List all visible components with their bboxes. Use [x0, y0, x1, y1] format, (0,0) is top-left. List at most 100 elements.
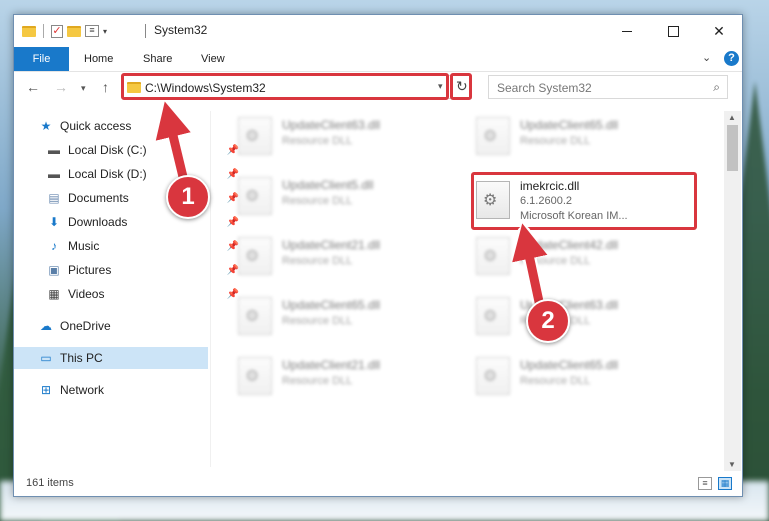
- details-view-icon[interactable]: ≡: [698, 477, 712, 490]
- sidebar-item-network[interactable]: ⊞ Network: [14, 379, 234, 401]
- scroll-up-icon[interactable]: ▲: [728, 113, 736, 122]
- network-icon: ⊞: [40, 383, 52, 397]
- pictures-icon: ▣: [48, 263, 60, 277]
- maximize-button[interactable]: [650, 15, 696, 47]
- help-icon[interactable]: ?: [724, 51, 739, 66]
- cloud-icon: ☁: [40, 319, 52, 333]
- step-2-marker: 2: [526, 299, 570, 343]
- file-item[interactable]: UpdateClient5.dll Resource DLL: [220, 171, 450, 221]
- file-type: Resource DLL: [282, 195, 353, 207]
- sidebar-item-downloads[interactable]: ⬇ Downloads 📌: [14, 211, 242, 233]
- scrollbar-thumb[interactable]: [727, 125, 738, 171]
- recent-locations-chevron-icon[interactable]: ▾: [81, 83, 86, 94]
- pane-divider[interactable]: [210, 111, 211, 467]
- refresh-highlight: [450, 73, 472, 100]
- properties-list-icon[interactable]: ≡: [85, 25, 99, 37]
- sidebar-item-label: Documents: [68, 191, 129, 205]
- new-folder-icon[interactable]: [67, 25, 81, 37]
- computer-icon: ▭: [40, 351, 52, 365]
- dll-file-icon: [238, 177, 272, 215]
- sidebar-item-pictures[interactable]: ▣ Pictures 📌: [14, 259, 242, 281]
- address-bar-highlight: [121, 73, 449, 100]
- sidebar-item-label: Network: [60, 383, 105, 397]
- file-item[interactable]: UpdateClient63.dll Resource DLL: [220, 111, 450, 161]
- file-name: UpdateClient42.dll: [520, 238, 619, 252]
- file-item[interactable]: UpdateClient63.dll Resource DLL: [458, 291, 688, 341]
- dll-file-icon: [476, 237, 510, 275]
- item-count: 161 items: [26, 477, 74, 489]
- sidebar-item-quick-access[interactable]: ★ Quick access: [14, 115, 234, 137]
- tab-home[interactable]: Home: [84, 47, 113, 71]
- sidebar-item-label: Pictures: [68, 263, 112, 277]
- minimize-button[interactable]: [604, 15, 650, 47]
- sidebar-item-label: Videos: [68, 287, 105, 301]
- sidebar-item-local-disk-c[interactable]: ▬ Local Disk (C:) 📌: [14, 139, 242, 161]
- file-item[interactable]: UpdateClient65.dll Resource DLL: [458, 111, 688, 161]
- videos-icon: ▦: [48, 287, 60, 301]
- title-separator: [145, 24, 146, 38]
- file-item[interactable]: UpdateClient42.dll Resource DLL: [458, 231, 688, 281]
- customize-toolbar-chevron-icon[interactable]: ▾: [103, 27, 107, 36]
- up-arrow-icon[interactable]: ↑: [102, 79, 109, 95]
- sidebar-item-label: Quick access: [60, 119, 132, 133]
- vertical-scrollbar[interactable]: ▲ ▼: [724, 111, 741, 471]
- search-icon[interactable]: ⌕: [713, 80, 720, 95]
- tab-file[interactable]: File: [14, 47, 69, 71]
- dll-file-icon: [238, 117, 272, 155]
- search-input[interactable]: Search System32 ⌕: [488, 75, 728, 99]
- large-icons-view-icon[interactable]: ▦: [718, 477, 732, 490]
- step-1-marker: 1: [166, 175, 210, 219]
- sidebar-item-onedrive[interactable]: ☁ OneDrive: [14, 315, 234, 337]
- file-name: UpdateClient65.dll: [520, 118, 619, 132]
- search-placeholder: Search System32: [497, 81, 592, 95]
- sidebar-item-label: Local Disk (C:): [68, 143, 147, 157]
- navigation-pane: ★ Quick access ▬ Local Disk (C:) 📌 ▬ Loc…: [14, 111, 239, 467]
- sidebar-item-local-disk-d[interactable]: ▬ Local Disk (D:) 📌: [14, 163, 242, 185]
- back-arrow-icon[interactable]: ←: [26, 79, 40, 95]
- sidebar-item-label: Downloads: [68, 215, 128, 229]
- file-name: UpdateClient5.dll: [282, 178, 374, 192]
- file-name: UpdateClient65.dll: [282, 298, 381, 312]
- tab-share[interactable]: Share: [143, 47, 172, 71]
- file-item[interactable]: UpdateClient65.dll Resource DLL: [220, 291, 450, 341]
- scroll-down-icon[interactable]: ▼: [728, 460, 736, 469]
- toolbar-separator: [43, 24, 44, 38]
- dll-file-icon: [238, 297, 272, 335]
- file-type: Resource DLL: [282, 375, 353, 387]
- drive-icon: ▬: [48, 167, 60, 181]
- file-item[interactable]: UpdateClient21.dll Resource DLL: [220, 351, 450, 401]
- file-name: UpdateClient21.dll: [282, 358, 381, 372]
- file-list: UpdateClient63.dll Resource DLL UpdateCl…: [220, 111, 720, 467]
- title-bar: ✓ ≡ ▾ System32 ✕: [14, 15, 742, 47]
- sidebar-item-label: OneDrive: [60, 319, 111, 333]
- download-icon: ⬇: [48, 215, 60, 229]
- file-type: Resource DLL: [282, 315, 353, 327]
- sidebar-item-this-pc[interactable]: ▭ This PC: [14, 347, 208, 369]
- dll-file-icon: [476, 357, 510, 395]
- file-item[interactable]: UpdateClient65.dll Resource DLL: [458, 351, 688, 401]
- tab-view[interactable]: View: [201, 47, 225, 71]
- sidebar-item-videos[interactable]: ▦ Videos 📌: [14, 283, 242, 305]
- file-type: Resource DLL: [282, 255, 353, 267]
- file-name: UpdateClient21.dll: [282, 238, 381, 252]
- status-bar: 161 items ≡ ▦: [14, 473, 742, 496]
- dll-file-icon: [238, 237, 272, 275]
- file-item[interactable]: UpdateClient21.dll Resource DLL: [220, 231, 450, 281]
- properties-check-icon[interactable]: ✓: [51, 24, 63, 38]
- file-type: Resource DLL: [520, 255, 591, 267]
- file-type: Resource DLL: [520, 135, 591, 147]
- forward-arrow-icon[interactable]: →: [54, 79, 68, 95]
- file-type: Resource DLL: [282, 135, 353, 147]
- dll-file-icon: [476, 117, 510, 155]
- expand-ribbon-chevron-icon[interactable]: ⌄: [702, 51, 711, 64]
- dll-file-icon: [476, 297, 510, 335]
- close-button[interactable]: ✕: [696, 15, 742, 47]
- file-explorer-window: ✓ ≡ ▾ System32 ✕ File Home Share View ⌄ …: [13, 14, 743, 497]
- file-name: UpdateClient65.dll: [520, 358, 619, 372]
- sidebar-item-label: Local Disk (D:): [68, 167, 147, 181]
- navigation-bar: ← → ▾ ↑ C:\Windows\System32 ▾ ↻ Search S…: [14, 72, 742, 104]
- drive-icon: ▬: [48, 143, 60, 157]
- music-icon: ♪: [51, 239, 57, 253]
- sidebar-item-music[interactable]: ♪ Music 📌: [14, 235, 242, 257]
- sidebar-item-label: This PC: [60, 351, 103, 365]
